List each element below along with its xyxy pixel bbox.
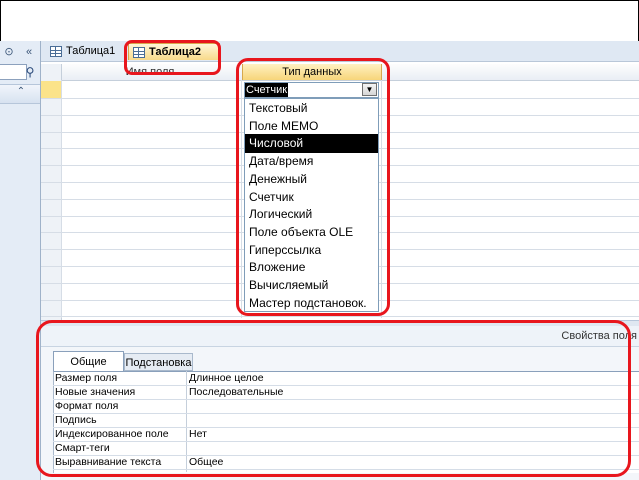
row-selector-current[interactable]	[41, 81, 61, 98]
grid-column-line	[61, 80, 62, 318]
annotation-outline-properties	[36, 320, 631, 477]
tab-table1[interactable]: Таблица1	[46, 43, 124, 60]
search-icon[interactable]: ⚲	[22, 64, 38, 80]
chevron-up-icon[interactable]: ⌃	[14, 85, 28, 99]
row-selector-column[interactable]	[41, 64, 62, 320]
grid-row-line	[41, 316, 639, 318]
nav-options-icon[interactable]: ⊙	[2, 45, 16, 59]
table-icon	[50, 46, 62, 57]
nav-collapse-icon[interactable]: «	[22, 45, 36, 59]
navigation-pane	[0, 41, 41, 480]
tab-label: Таблица1	[66, 45, 116, 57]
top-blank-band	[0, 0, 639, 42]
annotation-outline-data-type	[236, 58, 390, 316]
column-header-description	[382, 64, 639, 80]
annotation-outline-tab	[124, 40, 221, 75]
